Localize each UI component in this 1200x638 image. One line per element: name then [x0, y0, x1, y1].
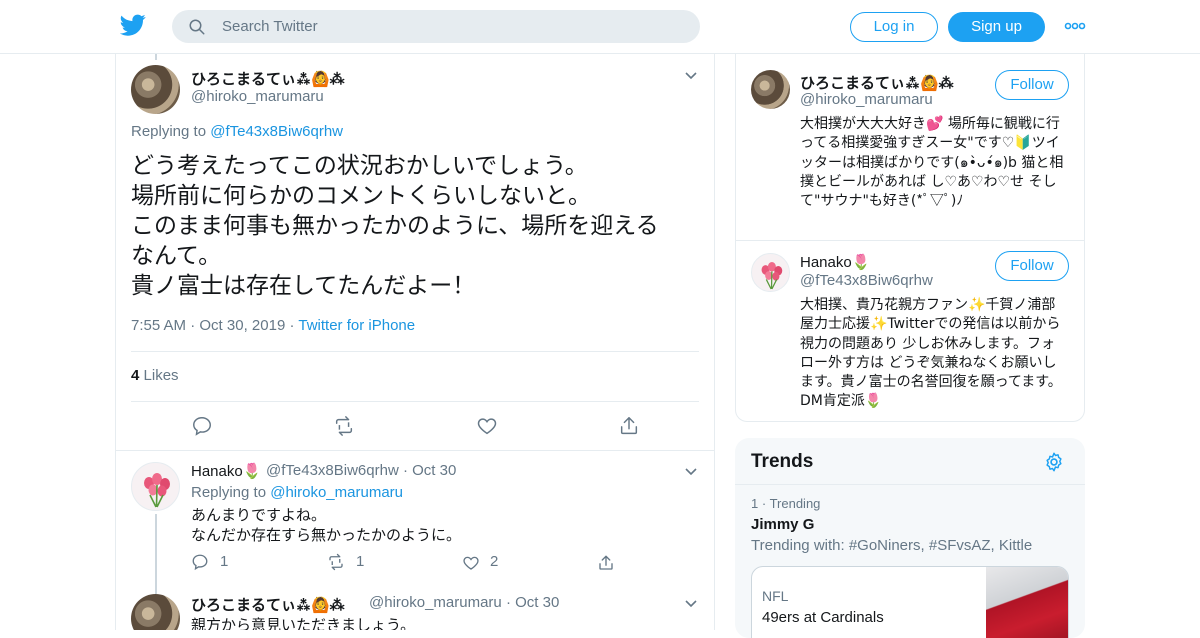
reply-text: あんまりですよね。 なんだか存在すら無かったかのように。 — [191, 506, 462, 544]
trend-rank: 1 — [751, 496, 759, 511]
divider — [116, 450, 714, 451]
retweet-icon[interactable] — [333, 415, 355, 437]
tweet-time[interactable]: 7:55 AM — [131, 317, 186, 334]
user-name[interactable]: ひろこまるてぃ⁂🙆⁂ — [800, 72, 954, 93]
log-in-button[interactable]: Log in — [850, 12, 938, 42]
gear-icon[interactable] — [1043, 451, 1065, 473]
tweet-thread-column: ひろこまるてぃ⁂🙆⁂ @hiroko_marumaru Replying to … — [115, 54, 715, 630]
avatar[interactable] — [131, 462, 180, 511]
trend-label: Trending — [769, 496, 821, 511]
user-handle[interactable]: @hiroko_marumaru — [800, 91, 933, 108]
chevron-down-icon[interactable] — [684, 599, 698, 609]
tweet-source-link[interactable]: Twitter for iPhone — [298, 317, 415, 334]
replying-to-link[interactable]: @hiroko_marumaru — [270, 484, 403, 501]
retweet-count: 1 — [356, 553, 365, 570]
trend-name[interactable]: Jimmy G — [751, 516, 814, 533]
avatar[interactable] — [131, 65, 180, 114]
tweet-date[interactable]: Oct 30, 2019 — [199, 317, 285, 334]
trend-rank-label: 1 · Trending — [751, 496, 821, 511]
follow-button[interactable]: Follow — [995, 70, 1069, 100]
share-icon[interactable] — [597, 554, 615, 572]
likes-number: 4 — [131, 367, 140, 384]
search-bar[interactable] — [172, 10, 700, 43]
thread-connector — [155, 54, 157, 60]
tulip-bouquet-icon — [144, 473, 170, 508]
reply-count: 1 — [220, 553, 229, 570]
sidebar-user: Hanako🌷 @fTe43x8Biw6qrhw Follow 大相撲、貴乃花親… — [736, 241, 1084, 422]
author-handle[interactable]: @hiroko_marumaru — [191, 88, 324, 105]
replying-to-prefix: Replying to — [191, 484, 267, 501]
trends-title: Trends — [751, 451, 814, 472]
author-name[interactable]: ひろこまるてぃ⁂🙆⁂ — [191, 68, 345, 89]
likes-count[interactable]: 4 Likes — [131, 367, 179, 384]
author-handle-and-date: @fTe43x8Biw6qrhw · Oct 30 — [266, 462, 457, 479]
trends-panel: Trends 1 · Trending Jimmy G Trending wit… — [735, 438, 1085, 638]
like-count: 2 — [490, 553, 499, 570]
divider — [131, 351, 699, 352]
news-category: NFL — [762, 588, 789, 604]
reply-icon[interactable] — [191, 553, 209, 571]
follow-button[interactable]: Follow — [995, 251, 1069, 281]
more-options-icon[interactable] — [1064, 18, 1086, 34]
relevant-people-card: ひろこまるてぃ⁂🙆⁂ @hiroko_marumaru Follow 大相撲が大… — [735, 54, 1085, 422]
reply-text: 親方から意見いただきましょう。 — [191, 616, 416, 630]
reply-date[interactable]: Oct 30 — [515, 594, 559, 611]
thread-connector — [155, 514, 157, 594]
author-name[interactable]: ひろこまるてぃ⁂🙆⁂ — [191, 594, 345, 615]
avatar[interactable] — [131, 594, 180, 630]
replying-to-line: Replying to @fTe43x8Biw6qrhw — [131, 123, 343, 140]
user-bio: 大相撲が大大大好き💕 場所毎に観戦に行ってる相撲愛強すぎスー女"です♡🔰ツイッタ… — [800, 116, 1064, 210]
like-heart-icon[interactable] — [462, 554, 480, 572]
author-name[interactable]: Hanako🌷 — [191, 462, 261, 480]
user-name[interactable]: Hanako🌷 — [800, 253, 870, 271]
user-handle[interactable]: @fTe43x8Biw6qrhw — [800, 272, 933, 289]
avatar[interactable] — [751, 253, 790, 292]
replying-to-link[interactable]: @fTe43x8Biw6qrhw — [210, 123, 343, 140]
retweet-icon[interactable] — [327, 553, 345, 571]
replying-to-line: Replying to @hiroko_marumaru — [191, 484, 403, 501]
sidebar-user: ひろこまるてぃ⁂🙆⁂ @hiroko_marumaru Follow 大相撲が大… — [736, 54, 1084, 241]
reply-icon[interactable] — [191, 415, 213, 437]
tweet-metadata: 7:55 AM · Oct 30, 2019 · Twitter for iPh… — [131, 317, 416, 334]
like-heart-icon[interactable] — [476, 415, 498, 437]
trend-related: Trending with: #GoNiners, #SFvsAZ, Kittl… — [751, 537, 1033, 554]
chevron-down-icon[interactable] — [684, 467, 698, 477]
share-icon[interactable] — [618, 415, 640, 437]
search-input[interactable] — [222, 10, 682, 43]
divider — [131, 401, 699, 402]
news-thumbnail — [986, 567, 1068, 638]
user-bio: 大相撲、貴乃花親方ファン✨千賀ノ浦部屋力士応援✨Twitterでの発信は以前から… — [800, 297, 1062, 410]
author-handle[interactable]: @fTe43x8Biw6qrhw — [266, 462, 399, 479]
tulip-bouquet-icon — [761, 261, 783, 290]
author-handle-and-date: @hiroko_marumaru · Oct 30 — [369, 594, 560, 611]
top-navigation-bar: Log in Sign up — [0, 0, 1200, 54]
tweet-text: どう考えたってこの状況おかしいでしょう。 場所前に何らかのコメントくらいしないと… — [131, 153, 659, 299]
news-title: 49ers at Cardinals — [762, 609, 884, 626]
search-icon — [189, 19, 205, 35]
chevron-down-icon[interactable] — [684, 71, 698, 81]
trend-news-card[interactable]: NFL 49ers at Cardinals — [751, 566, 1069, 638]
reply-date[interactable]: Oct 30 — [412, 462, 456, 479]
avatar[interactable] — [751, 70, 790, 109]
twitter-bird-icon[interactable] — [120, 12, 146, 38]
divider — [735, 484, 1085, 485]
likes-label: Likes — [143, 367, 179, 384]
author-handle[interactable]: @hiroko_marumaru — [369, 594, 502, 611]
sign-up-button[interactable]: Sign up — [948, 12, 1045, 42]
replying-to-prefix: Replying to — [131, 123, 207, 140]
